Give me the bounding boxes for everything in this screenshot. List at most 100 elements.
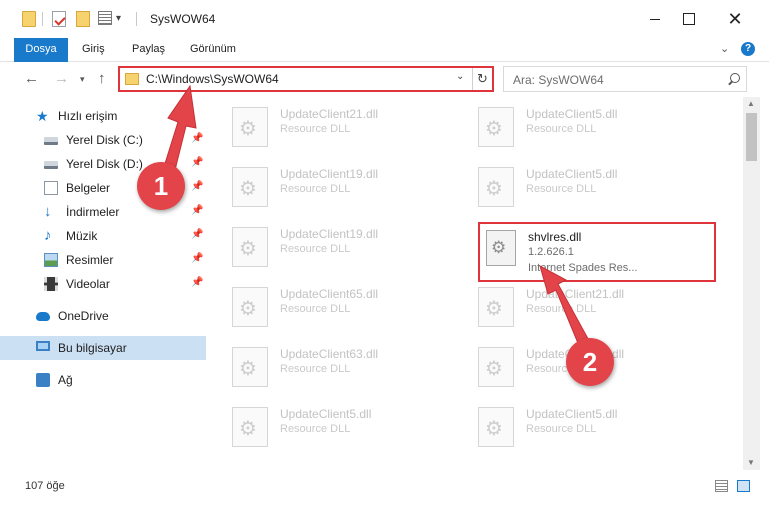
sidebar-item-network[interactable]: Ağ [0,368,206,392]
file-item[interactable]: UpdateClient65.dll Resource DLL [210,279,450,335]
scrollbar-thumb[interactable] [746,113,757,161]
address-bar[interactable]: C:\Windows\SysWOW64 ⌄ ↻ [118,66,494,92]
expand-ribbon-chevron-icon[interactable]: ⌄ [720,42,729,55]
sidebar-item-onedrive[interactable]: OneDrive [0,304,206,328]
new-folder-icon[interactable] [76,11,90,27]
scroll-down-arrow-icon[interactable]: ▼ [747,458,755,467]
dll-file-icon [232,107,268,147]
sidebar-item-label: Videolar [66,277,110,291]
close-icon: ✕ [727,8,743,29]
dll-file-icon [486,230,516,266]
view-options-icon[interactable] [98,11,112,25]
refresh-icon[interactable]: ↻ [472,68,492,90]
sidebar-item-label: Bu bilgisayar [58,341,127,355]
drive-icon [44,137,58,145]
file-type: Resource DLL [280,123,351,135]
search-icon[interactable] [726,71,742,87]
file-name: UpdateClient63.dll [280,347,379,361]
file-type: Resource DLL [280,243,351,255]
title-bar: ▾ SysWOW64 ✕ [0,0,769,38]
file-type: Resource DLL [280,423,351,435]
file-item[interactable]: UpdateClient5.dll Resource DLL [456,99,696,155]
scroll-up-arrow-icon[interactable]: ▲ [747,99,755,108]
window-title: SysWOW64 [150,12,216,26]
file-name: UpdateClient5.dll [526,407,618,421]
close-button[interactable]: ✕ [712,0,758,38]
recent-locations-chevron-icon[interactable]: ▾ [80,74,85,85]
tab-file[interactable]: Dosya [14,38,68,62]
sidebar-item-pictures[interactable]: Resimler 📌 [0,248,206,272]
sidebar-item-label: Yerel Disk (C:) [66,133,143,147]
pin-icon[interactable]: 📌 [191,277,203,288]
sidebar-item-music[interactable]: ♪ Müzik 📌 [0,224,206,248]
pin-icon[interactable]: 📌 [191,133,203,144]
customize-toolbar-chevron-icon[interactable]: ▾ [116,13,121,24]
file-type: Resource DLL [526,303,597,315]
file-item[interactable]: UpdateClient5.dll Resource DLL [210,399,450,455]
file-name: UpdateClient5.dll [280,407,372,421]
file-item[interactable]: UpdateClient5.dll Resource DLL [456,399,696,455]
star-icon: ★ [36,108,49,124]
file-item-highlighted[interactable]: shvlres.dll 1.2.626.1 Internet Spades Re… [478,222,716,282]
file-name: UpdateClient5.dll [526,167,618,181]
music-icon: ♪ [44,227,52,244]
file-type: Internet Spades Res... [528,262,638,274]
dll-file-icon [232,227,268,267]
tab-home[interactable]: Giriş [72,38,115,62]
sidebar-item-label: Belgeler [66,181,111,195]
dll-file-icon [232,287,268,327]
help-icon[interactable]: ? [741,42,755,56]
properties-icon[interactable] [52,11,66,27]
pin-icon[interactable]: 📌 [191,229,203,240]
file-name: UpdateClient65.dll [280,287,379,301]
tab-share[interactable]: Paylaş [122,38,175,62]
sidebar-item-videos[interactable]: Videolar 📌 [0,272,206,296]
item-count: 107 öğe [25,480,65,492]
dll-file-icon [478,347,514,387]
pin-icon[interactable]: 📌 [191,181,203,192]
file-name: shvlres.dll [528,230,582,244]
file-type: Resource DLL [280,183,351,195]
file-item[interactable]: UpdateClient63.dll Resource DLL [210,339,450,395]
ribbon-tabs: Dosya Giriş Paylaş Görünüm ⌄ ? [0,38,769,62]
dll-file-icon [232,347,268,387]
sidebar-item-quick-access[interactable]: ★ Hızlı erişim [0,104,206,128]
file-name: UpdateClient5.dll [526,107,618,121]
toolbar-divider [42,12,43,26]
file-item[interactable]: UpdateClient21.dll Resource DLL [210,99,450,155]
file-item[interactable]: UpdateClient19.dll Resource DLL [210,159,450,215]
file-item[interactable]: UpdateClient5.dll Resource DLL [456,159,696,215]
up-arrow-icon[interactable]: ↑ [98,70,106,87]
file-item[interactable]: UpdateClient19.dll Resource DLL [210,219,450,275]
large-icons-view-icon[interactable] [737,480,750,492]
sidebar-item-label: Ağ [58,373,73,387]
pin-icon[interactable]: 📌 [191,205,203,216]
details-view-icon[interactable] [715,480,728,492]
pin-icon[interactable]: 📌 [191,157,203,168]
file-type: Resource DLL [280,303,351,315]
search-input[interactable]: Ara: SysWOW64 [503,66,747,92]
forward-arrow-icon[interactable]: → [54,70,69,87]
file-type: Resource DLL [526,123,597,135]
maximize-button[interactable] [666,0,712,38]
back-arrow-icon[interactable]: ← [24,70,39,87]
pin-icon[interactable]: 📌 [191,253,203,264]
sidebar-item-local-disk-c[interactable]: Yerel Disk (C:) 📌 [0,128,206,152]
pictures-icon [44,253,58,267]
sidebar-item-label: OneDrive [58,309,109,323]
file-type: Resource DLL [526,183,597,195]
dll-file-icon [478,167,514,207]
cloud-icon [36,312,50,321]
sidebar-item-label: Hızlı erişim [58,109,118,123]
download-icon: ↓ [44,203,52,220]
file-item[interactable]: UpdateClient21.dll Resource DLL [456,279,696,335]
video-icon [44,277,58,291]
address-path[interactable]: C:\Windows\SysWOW64 [146,72,279,86]
vertical-scrollbar[interactable]: ▲ ▼ [743,97,760,470]
folder-icon[interactable] [22,11,36,27]
sidebar-item-this-pc[interactable]: Bu bilgisayar [0,336,206,360]
tab-view[interactable]: Görünüm [180,38,246,62]
file-type: Resource DLL [526,423,597,435]
status-bar: 107 öğe [0,472,769,500]
address-history-chevron-icon[interactable]: ⌄ [456,71,464,82]
